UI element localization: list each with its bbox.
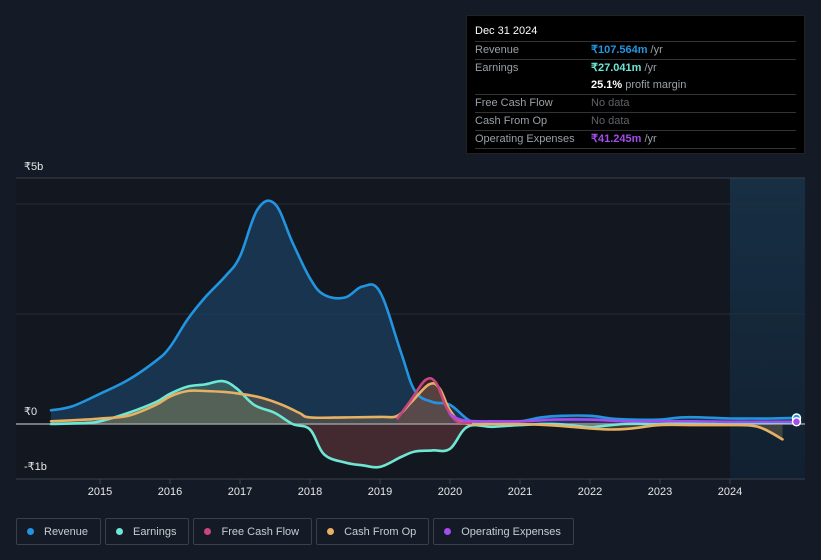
legend-dot-icon	[444, 528, 452, 535]
legend: Revenue Earnings Free Cash Flow Cash From O…	[16, 518, 574, 545]
tooltip-row: Free Cash Flow No data	[475, 95, 796, 113]
x-tick-label: 2015	[88, 486, 112, 498]
x-tick-label: 2024	[718, 486, 742, 498]
operating-expenses-end-marker	[791, 417, 802, 427]
tooltip-row-label	[475, 77, 591, 94]
tooltip-row-value: No data	[591, 115, 630, 127]
legend-dot-icon	[27, 528, 34, 535]
x-axis: 2015 2016 2017 2018 2019 2020 2021 2022 2023 2024	[88, 479, 742, 498]
y-tick-label: ₹5b	[24, 161, 43, 173]
legend-item-operating-expenses[interactable]: Operating Expenses	[433, 518, 574, 545]
tooltip: Dec 31 2024 Revenue ₹107.564m/yr Earnings ₹…	[466, 15, 805, 154]
tooltip-row-value: 25.1%	[591, 79, 623, 91]
tooltip-row-value: ₹27.041m	[591, 62, 642, 74]
legend-item-revenue[interactable]: Revenue	[16, 518, 102, 545]
x-tick-label: 2021	[508, 486, 532, 498]
tooltip-row-label: Operating Expenses	[475, 133, 575, 145]
tooltip-row-unit: profit margin	[625, 79, 687, 91]
tooltip-row: Operating Expenses ₹41.245m/yr	[475, 131, 796, 149]
legend-item-free-cash-flow[interactable]: Free Cash Flow	[193, 518, 313, 545]
x-tick-label: 2022	[578, 486, 602, 498]
tooltip-row-unit: /yr	[644, 133, 657, 145]
legend-item-cash-from-op[interactable]: Cash From Op	[316, 518, 430, 545]
legend-label: Cash From Op	[344, 525, 417, 538]
tooltip-row-value: ₹41.245m	[591, 133, 642, 145]
y-tick-label: -₹1b	[24, 461, 47, 473]
end-markers	[791, 413, 802, 427]
legend-dot-icon	[204, 528, 212, 535]
x-tick-label: 2017	[228, 486, 252, 498]
legend-label: Operating Expenses	[461, 525, 561, 538]
tooltip-row-unit: /yr	[644, 62, 657, 74]
x-tick-label: 2020	[438, 486, 462, 498]
tooltip-date: Dec 31 2024	[475, 23, 796, 42]
x-tick-label: 2018	[298, 486, 322, 498]
legend-label: Earnings	[133, 525, 177, 538]
x-tick-label: 2023	[648, 486, 672, 498]
tooltip-row: Earnings ₹27.041m/yr	[475, 60, 796, 77]
legend-item-earnings[interactable]: Earnings	[105, 518, 190, 545]
tooltip-row-unit: /yr	[650, 44, 663, 56]
x-tick-label: 2019	[368, 486, 392, 498]
tooltip-row-label: Free Cash Flow	[475, 97, 553, 109]
x-tick-label: 2016	[158, 486, 182, 498]
y-tick-label: ₹0	[24, 406, 37, 418]
tooltip-row: Cash From Op No data	[475, 113, 796, 131]
forecast-highlight-region	[730, 178, 805, 479]
tooltip-row-value: ₹107.564m	[591, 44, 648, 56]
tooltip-row-label: Revenue	[475, 44, 520, 56]
tooltip-row-label: Cash From Op	[475, 115, 548, 127]
legend-label: Free Cash Flow	[221, 525, 300, 538]
legend-dot-icon	[116, 528, 124, 535]
legend-dot-icon	[327, 528, 335, 535]
tooltip-row: Revenue ₹107.564m/yr	[475, 42, 796, 60]
tooltip-row-value: No data	[591, 97, 630, 109]
legend-label: Revenue	[44, 525, 89, 538]
tooltip-row: 25.1% profit margin	[475, 77, 796, 95]
tooltip-row-label: Earnings	[475, 62, 519, 74]
